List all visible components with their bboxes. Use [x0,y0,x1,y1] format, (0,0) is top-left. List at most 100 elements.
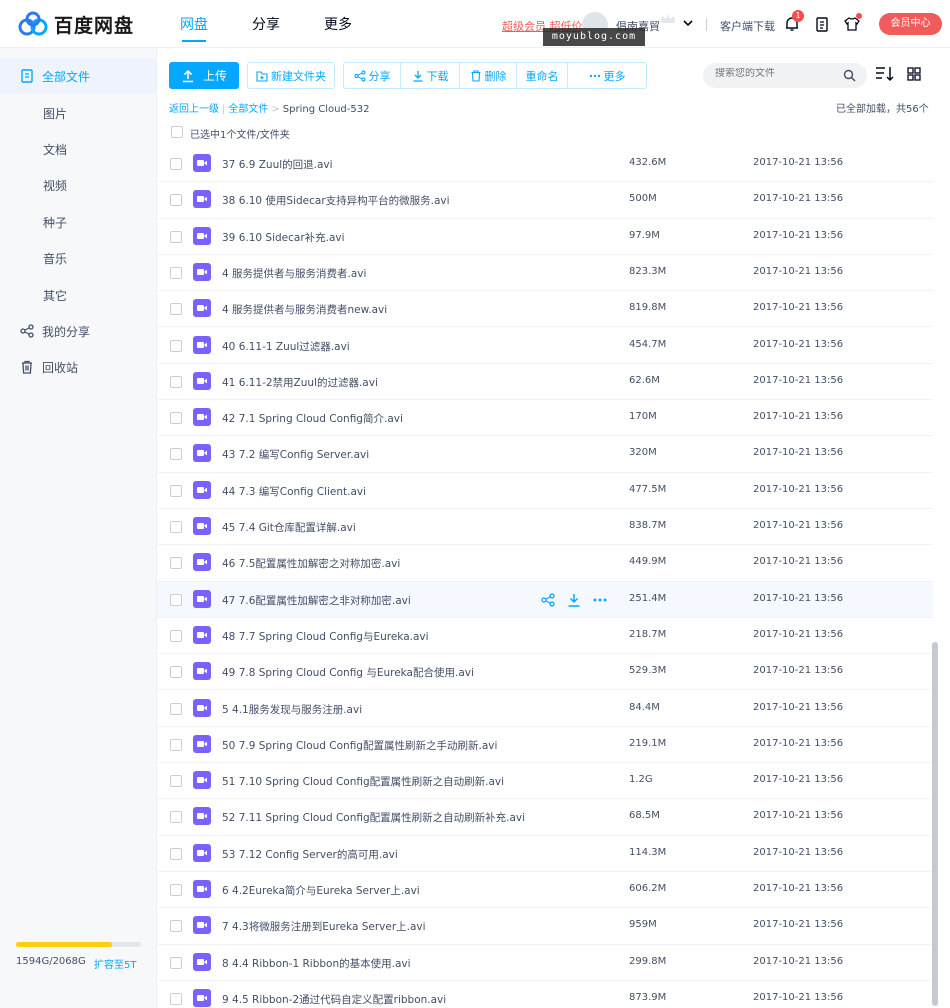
row-checkbox[interactable] [170,666,182,679]
table-row[interactable]: 51 7.10 Spring Cloud Config配置属性刷新之自动刷新.a… [157,763,933,800]
table-row[interactable]: 37 6.9 Zuul的回退.avi 432.6M 2017-10-21 13:56 [157,146,933,183]
row-checkbox[interactable] [170,484,182,497]
table-row[interactable]: 38 6.10 使用Sidecar支持异构平台的微服务.avi 500M 2017-… [157,182,933,219]
file-name[interactable]: 44 7.3 编写Config Client.avi [222,484,366,499]
select-all-checkbox[interactable] [171,126,183,138]
table-row[interactable]: 47 7.6配置属性加解密之非对称加密.avi 251.4M 2017-10-21 … [157,581,933,618]
search-input[interactable] [715,68,835,79]
file-name[interactable]: 8 4.4 Ribbon-1 Ribbon的基本使用.avi [222,956,411,971]
row-checkbox[interactable] [170,521,182,533]
table-row[interactable]: 39 6.10 Sidecar补充.avi 97.9M 2017-10-21 13:… [157,219,933,255]
row-checkbox[interactable] [170,412,182,425]
table-row[interactable]: 53 7.12 Config Server的高可用.avi 114.3M 2017-… [157,836,933,872]
file-name[interactable]: 41 6.11-2禁用Zuul的过滤器.avi [222,375,378,390]
sidebar-item-music[interactable]: 音乐 [0,240,156,276]
table-row[interactable]: 5 4.1服务发现与服务注册.avi 84.4M 2017-10-21 13:56 [157,691,933,727]
file-name[interactable]: 42 7.1 Spring Cloud Config简介.avi [222,411,403,426]
file-name[interactable]: 52 7.11 Spring Cloud Config配置属性刷新之自动刷新补充… [222,810,525,825]
row-checkbox[interactable] [170,194,182,207]
file-name[interactable]: 37 6.9 Zuul的回退.avi [222,157,333,172]
scrollbar[interactable] [932,642,938,1006]
sidebar-item-other[interactable]: 其它 [0,277,156,313]
sidebar-item-recycle-bin[interactable]: 回收站 [0,349,156,385]
file-name[interactable]: 38 6.10 使用Sidecar支持异构平台的微服务.avi [222,193,450,208]
sort-icon[interactable] [875,65,895,83]
file-name[interactable]: 43 7.2 编写Config Server.avi [222,447,369,462]
row-checkbox[interactable] [170,158,182,170]
search-icon[interactable] [843,69,856,82]
file-name[interactable]: 46 7.5配置属性加解密之对称加密.avi [222,556,400,571]
row-checkbox[interactable] [170,738,182,751]
file-name[interactable]: 5 4.1服务发现与服务注册.avi [222,702,362,717]
table-row[interactable]: 43 7.2 编写Config Server.avi 320M 2017-10-21… [157,436,933,473]
table-row[interactable]: 42 7.1 Spring Cloud Config简介.avi 170M 2017… [157,400,933,437]
sidebar-item-all-files[interactable]: 全部文件 [0,58,156,94]
table-row[interactable]: 8 4.4 Ribbon-1 Ribbon的基本使用.avi 299.8M 2017… [157,945,933,981]
row-more-icon[interactable] [593,593,607,607]
table-row[interactable]: 50 7.9 Spring Cloud Config配置属性刷新之手动刷新.av… [157,727,933,764]
row-checkbox[interactable] [170,266,182,279]
breadcrumb-back[interactable]: 返回上一级 [169,104,219,115]
file-name[interactable]: 39 6.10 Sidecar补充.avi [222,230,345,245]
sidebar-item-documents[interactable]: 文档 [0,131,156,167]
row-checkbox[interactable] [170,920,182,933]
new-folder-button[interactable]: 新建文件夹 [248,63,334,88]
download-button[interactable]: 下载 [401,63,460,88]
table-row[interactable]: 41 6.11-2禁用Zuul的过滤器.avi 62.6M 2017-10-21 1… [157,364,933,401]
file-name[interactable]: 40 6.11-1 Zuul过滤器.avi [222,339,350,354]
client-download-link[interactable]: 客户端下载 [720,18,775,34]
table-row[interactable]: 6 4.2Eureka简介与Eureka Server上.avi 606.2M 20… [157,872,933,909]
sidebar-item-images[interactable]: 图片 [0,95,156,131]
table-row[interactable]: 4 服务提供者与服务消费者.avi 823.3M 2017-10-21 13:56 [157,255,933,292]
chevron-down-icon[interactable] [683,18,693,28]
table-row[interactable]: 9 4.5 Ribbon-2通过代码自定义配置ribbon.avi 873.9M 2… [157,981,933,1008]
row-checkbox[interactable] [170,303,182,316]
row-checkbox[interactable] [170,702,182,715]
row-checkbox[interactable] [170,230,182,243]
row-checkbox[interactable] [170,629,182,642]
breadcrumb-all-files[interactable]: 全部文件 [228,104,268,115]
row-checkbox[interactable] [170,811,182,824]
table-row[interactable]: 49 7.8 Spring Cloud Config 与Eureka配合使用.a… [157,654,933,691]
file-name[interactable]: 4 服务提供者与服务消费者.avi [222,266,366,281]
grid-view-icon[interactable] [907,67,921,81]
sidebar-item-my-shares[interactable]: 我的分享 [0,313,156,349]
delete-button[interactable]: 删除 [460,63,517,88]
share-button[interactable]: 分享 [344,63,401,88]
table-row[interactable]: 52 7.11 Spring Cloud Config配置属性刷新之自动刷新补充… [157,799,933,836]
baidu-netdisk-logo[interactable]: 百度网盘 [16,10,134,38]
row-checkbox[interactable] [170,775,182,788]
file-name[interactable]: 50 7.9 Spring Cloud Config配置属性刷新之手动刷新.av… [222,738,497,753]
table-row[interactable]: 4 服务提供者与服务消费者new.avi 819.8M 2017-10-21 13:… [157,291,933,328]
file-name[interactable]: 45 7.4 Git仓库配置详解.avi [222,520,356,535]
file-name[interactable]: 6 4.2Eureka简介与Eureka Server上.avi [222,883,420,898]
table-row[interactable]: 40 6.11-1 Zuul过滤器.avi 454.7M 2017-10-21 13… [157,328,933,364]
row-checkbox[interactable] [170,992,182,1005]
nav-share[interactable]: 分享 [252,14,280,34]
file-name[interactable]: 51 7.10 Spring Cloud Config配置属性刷新之自动刷新.a… [222,774,504,789]
file-name[interactable]: 4 服务提供者与服务消费者new.avi [222,302,387,317]
rename-button[interactable]: 重命名 [517,63,568,88]
row-share-icon[interactable] [541,592,555,607]
table-row[interactable]: 48 7.7 Spring Cloud Config与Eureka.avi 218… [157,618,933,655]
file-name[interactable]: 48 7.7 Spring Cloud Config与Eureka.avi [222,629,429,644]
table-row[interactable]: 46 7.5配置属性加解密之对称加密.avi 449.9M 2017-10-21 1… [157,545,933,582]
table-row[interactable]: 44 7.3 编写Config Client.avi 477.5M 2017-10-… [157,473,933,509]
nav-netdisk[interactable]: 网盘 [180,14,208,42]
row-checkbox[interactable] [170,956,182,969]
row-checkbox[interactable] [170,339,182,352]
nav-more[interactable]: 更多 [324,14,352,34]
task-list-icon[interactable] [814,16,830,32]
row-checkbox[interactable] [170,847,182,860]
row-checkbox[interactable] [170,884,182,896]
storage-upgrade-link[interactable]: 扩容至5T [94,956,136,971]
file-name[interactable]: 49 7.8 Spring Cloud Config 与Eureka配合使用.a… [222,665,474,680]
vip-center-button[interactable]: 会员中心 [879,13,942,35]
file-name[interactable]: 9 4.5 Ribbon-2通过代码自定义配置ribbon.avi [222,992,446,1007]
table-row[interactable]: 45 7.4 Git仓库配置详解.avi 838.7M 2017-10-21 13:… [157,509,933,546]
file-name[interactable]: 47 7.6配置属性加解密之非对称加密.avi [222,593,411,608]
row-checkbox[interactable] [170,448,182,461]
sidebar-item-torrents[interactable]: 种子 [0,204,156,240]
row-checkbox[interactable] [170,375,182,388]
table-row[interactable]: 7 4.3将微服务注册到Eureka Server上.avi 959M 2017-1… [157,908,933,945]
